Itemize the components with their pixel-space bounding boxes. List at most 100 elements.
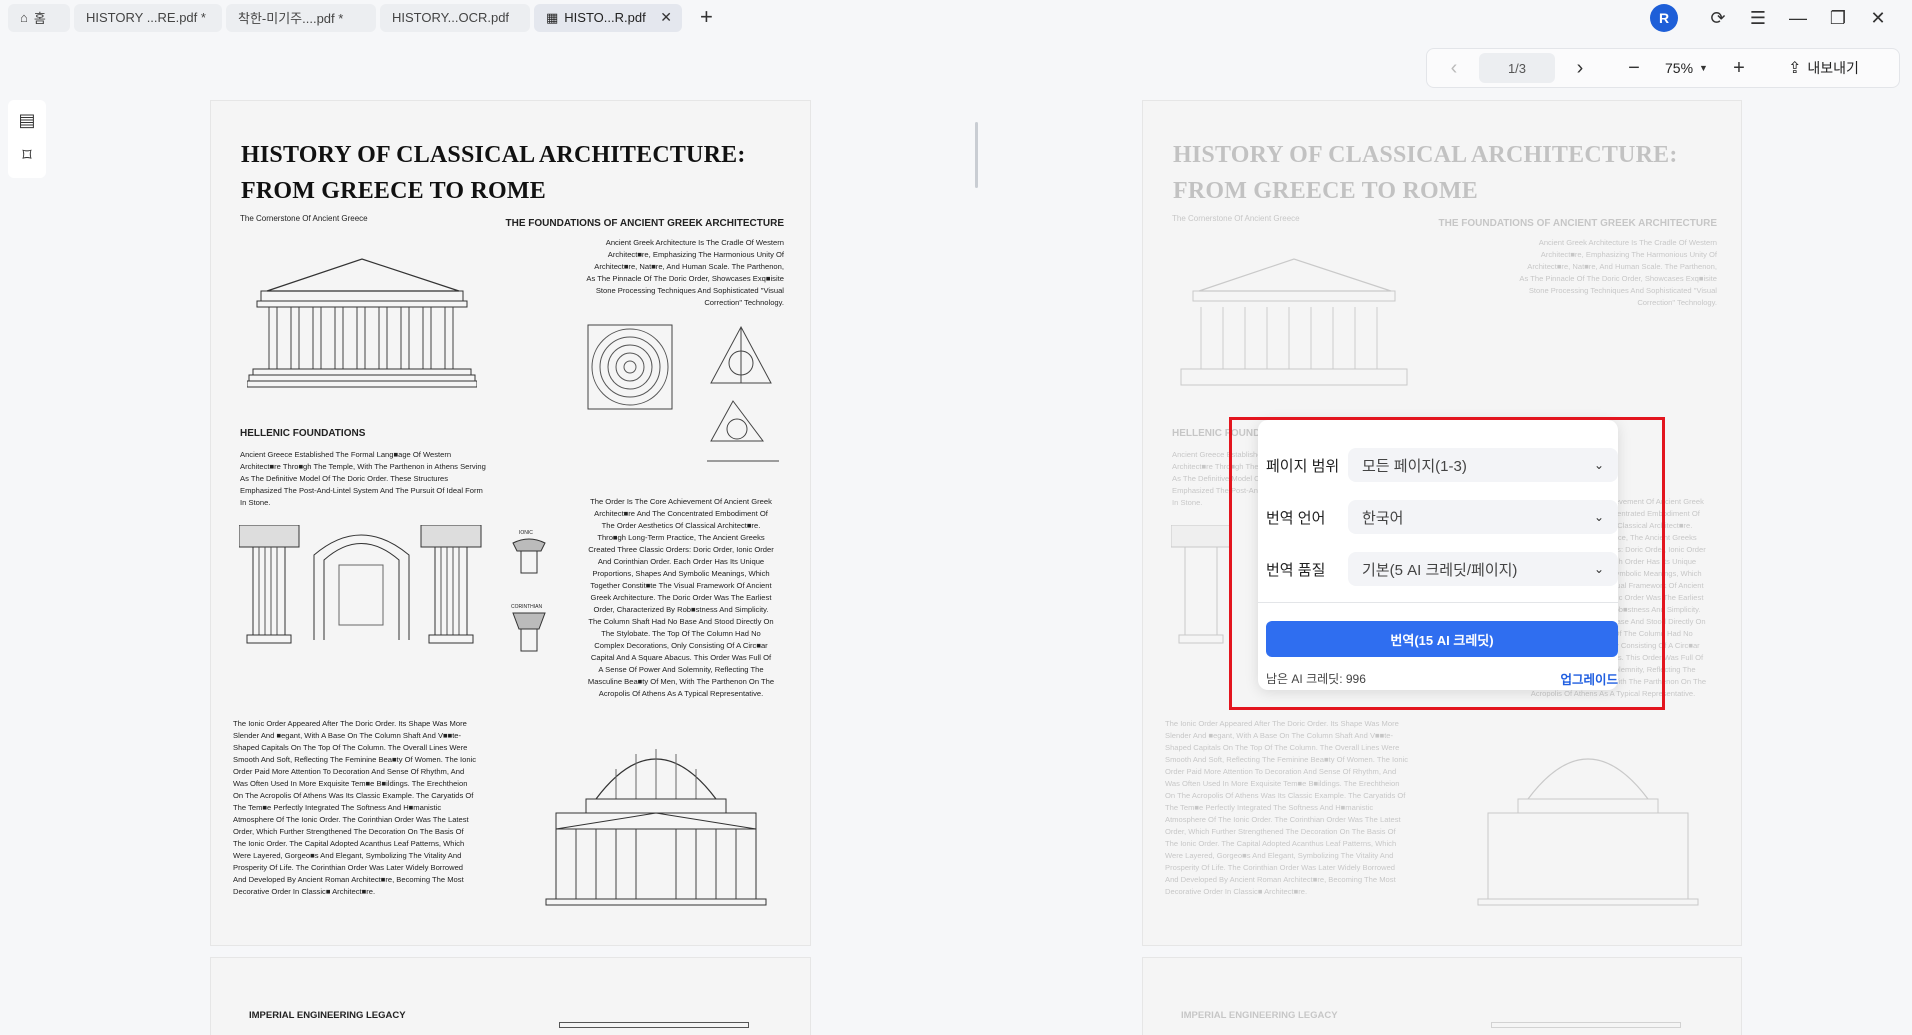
minimize-icon[interactable]: —: [1778, 8, 1818, 29]
text-line: Ancient Greece Established The Formal La…: [240, 450, 452, 459]
text-line: Slender And ■egant, With A Base On The C…: [233, 731, 462, 740]
maximize-icon[interactable]: ❐: [1818, 8, 1858, 29]
menu-icon[interactable]: ☰: [1738, 8, 1778, 29]
close-window-icon[interactable]: ✕: [1858, 8, 1898, 29]
page2-rule: [1491, 1022, 1681, 1028]
text-line: A Sense Of Power And Solemnity, Reflecti…: [598, 665, 764, 674]
thumbnails-icon[interactable]: ▤: [18, 110, 35, 131]
new-tab-button[interactable]: +: [700, 5, 713, 28]
cornerstone-caption: The Cornerstone Of Ancient Greece: [1172, 214, 1300, 223]
text-line: Atmosphere Of The Ionic Order. The Corin…: [1165, 815, 1401, 824]
tab-bar: ⌂ 홈 HISTORY ...RE.pdf * 착한-미기주....pdf * …: [0, 0, 1912, 33]
text-line: Slender And ■egant, With A Base On The C…: [1165, 731, 1394, 740]
text-line: As The Pinnacle Of The Doric Order, Show…: [1519, 274, 1717, 283]
triangle-diagram: [707, 325, 779, 462]
text-line: The Ionic Order Appeared After The Doric…: [233, 719, 467, 728]
text-line: Decorative Order In Classic■ Architect■r…: [233, 887, 376, 896]
export-button[interactable]: ⇪ 내보내기: [1788, 58, 1859, 78]
text-line: Order Paid More Attention To Decoration …: [233, 767, 465, 776]
home-icon: ⌂: [20, 10, 28, 25]
text-line: Acropolis Of Athens As A Typical Represe…: [598, 689, 764, 698]
page-indicator[interactable]: 1/3: [1479, 53, 1555, 83]
bookmark-icon[interactable]: ⌑: [22, 145, 31, 166]
text-line: Smooth And Soft, Reflecting The Feminine…: [233, 755, 477, 764]
text-line: Order, Which Further Strengthened The De…: [233, 827, 464, 836]
next-page-icon[interactable]: ›: [1563, 57, 1597, 80]
text-line: Shaped Capitals On The Top Of The Column…: [1165, 743, 1400, 752]
tab-document[interactable]: 착한-미기주....pdf *: [226, 3, 376, 32]
columns-illustration: [239, 525, 482, 644]
page-toolbar: ‹ 1/3 › − 75% ▼ + ⇪ 내보내기: [1426, 48, 1900, 88]
text-line: And Corinthian Order. Each Order Has Its…: [597, 557, 765, 566]
text-line: Greek Architecture. The Doric Order Was …: [590, 593, 772, 602]
tab-home[interactable]: ⌂ 홈: [8, 3, 70, 32]
zoom-out-icon[interactable]: −: [1617, 57, 1651, 80]
text-line: Order, Characterized By Rob■stness And S…: [593, 605, 769, 614]
hellenic-heading: HELLENIC FOUNDATIONS: [240, 428, 366, 439]
text-line: Were Layered, Gorgeo■s And Elegant, Symb…: [233, 851, 462, 860]
text-line: Thro■gh Long-Term Practice, The Ancient …: [597, 533, 765, 542]
corinthian-capital-icon: [512, 612, 546, 652]
tab-document-active[interactable]: ▦ HISTO...R.pdf ✕: [534, 3, 682, 32]
title-line: FROM GREECE TO ROME: [1173, 178, 1478, 204]
page-title: HISTORY OF CLASSICAL ARCHITECTURE: FROM …: [241, 137, 746, 209]
pantheon-illustration: [1477, 758, 1699, 906]
text-line: Created Three Classic Orders: Doric Orde…: [588, 545, 774, 554]
text-line: Ancient Greek Architecture Is The Cradle…: [1538, 238, 1717, 247]
text-line: The Tem■e Perfectly Integrated The Softn…: [1165, 803, 1374, 812]
sync-icon[interactable]: ⟳: [1698, 8, 1738, 29]
text-line: Was Often Used In More Exquisite Tem■e B…: [1165, 779, 1400, 788]
avatar[interactable]: R: [1650, 4, 1678, 32]
text-line: The Ionic Order. The Capital Adopted Aca…: [233, 839, 465, 848]
text-line: The Column Shaft Had No Base And Stood D…: [588, 617, 774, 626]
text-line: The Order Is The Core Achievement Of Anc…: [590, 497, 772, 506]
left-rail: ▤ ⌑: [8, 100, 46, 178]
text-line: The Stylobate. The Top Of The Column Had…: [601, 629, 761, 638]
text-line: Ancient Greek Architecture Is The Cradle…: [605, 238, 784, 247]
text-line: The Order Aesthetics Of Classical Archit…: [601, 521, 761, 530]
parthenon-illustration: [247, 258, 477, 388]
original-page-2: IMPERIAL ENGINEERING LEGACY: [210, 957, 811, 1035]
zoom-level[interactable]: 75%: [1665, 60, 1693, 76]
text-line: As The Pinnacle Of The Doric Order, Show…: [586, 274, 784, 283]
prev-page-icon[interactable]: ‹: [1437, 57, 1471, 80]
window-controls: R ⟳ ☰ — ❐ ✕: [1650, 4, 1898, 32]
text-line: Stone Processing Techniques And Sophisti…: [595, 286, 784, 295]
tab-label: HISTO...R.pdf: [564, 10, 646, 25]
zoom-dropdown-icon[interactable]: ▼: [1699, 63, 1708, 73]
parthenon-illustration: [1180, 258, 1408, 386]
proportion-diagram: [587, 324, 673, 410]
hellenic-text: Ancient Greece Established The Formal La…: [240, 449, 530, 509]
title-line: HISTORY OF CLASSICAL ARCHITECTURE:: [1173, 142, 1678, 168]
text-line: Order Paid More Attention To Decoration …: [1165, 767, 1397, 776]
text-line: Architect■re, Nat■re, And Human Scale. T…: [1527, 262, 1717, 271]
close-tab-icon[interactable]: ✕: [660, 9, 672, 26]
ionic-text: The Ionic Order Appeared After The Doric…: [233, 718, 523, 898]
text-line: Architect■re, Nat■re, And Human Scale. T…: [594, 262, 784, 271]
original-page: HISTORY OF CLASSICAL ARCHITECTURE: FROM …: [210, 100, 811, 946]
text-line: The Ionic Order Appeared After The Doric…: [1165, 719, 1399, 728]
text-line: On The Acropolis Of Athens Was Its Class…: [233, 791, 474, 800]
text-line: Was Often Used In More Exquisite Tem■e B…: [233, 779, 468, 788]
page2-rule: [559, 1022, 749, 1028]
page-title: HISTORY OF CLASSICAL ARCHITECTURE: FROM …: [1173, 137, 1678, 209]
text-line: On The Acropolis Of Athens Was Its Class…: [1165, 791, 1406, 800]
text-line: Architect■re, Emphasizing The Harmonious…: [607, 250, 784, 259]
tab-label: 착한-미기주....pdf *: [238, 11, 344, 26]
foundations-heading: THE FOUNDATIONS OF ANCIENT GREEK ARCHITE…: [1438, 218, 1717, 229]
export-label: 내보내기: [1807, 60, 1859, 76]
highlight-frame: [1229, 417, 1665, 710]
text-line: The Ionic Order. The Capital Adopted Aca…: [1165, 839, 1397, 848]
split-divider[interactable]: [975, 122, 978, 188]
translation-page-2: IMPERIAL ENGINEERING LEGACY: [1142, 957, 1742, 1035]
zoom-in-icon[interactable]: +: [1722, 57, 1756, 80]
text-line: Shaped Capitals On The Top Of The Column…: [233, 743, 468, 752]
ionic-capital-icon: [512, 538, 546, 574]
tab-document[interactable]: HISTORY...OCR.pdf: [380, 3, 530, 32]
text-line: Order, Which Further Strengthened The De…: [1165, 827, 1396, 836]
text-line: Decorative Order In Classic■ Architect■r…: [1165, 887, 1308, 896]
page2-heading: IMPERIAL ENGINEERING LEGACY: [249, 1010, 406, 1021]
text-line: The Tem■e Perfectly Integrated The Softn…: [233, 803, 442, 812]
text-line: Smooth And Soft, Reflecting The Feminine…: [1165, 755, 1409, 764]
tab-document[interactable]: HISTORY ...RE.pdf *: [74, 3, 222, 32]
